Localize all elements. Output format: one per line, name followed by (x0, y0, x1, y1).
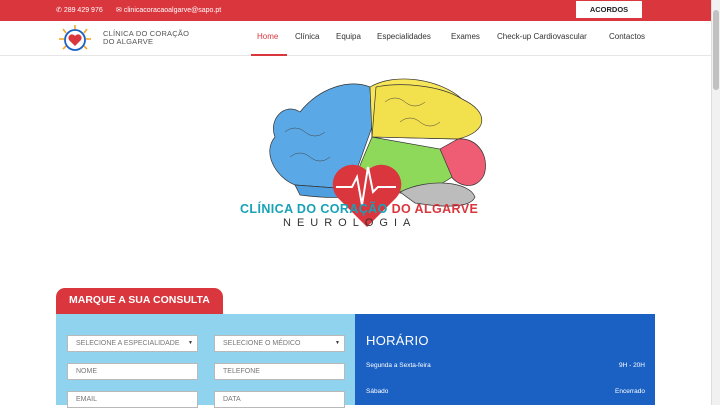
clinic-logo[interactable] (57, 24, 93, 54)
site-header: CLÍNICA DO CORAÇÃO DO ALGARVE Home Clíni… (0, 21, 711, 56)
nav-checkup[interactable]: Check-up Cardiovascular (497, 32, 587, 41)
nav-exames[interactable]: Exames (451, 32, 480, 41)
doctor-select[interactable]: SELECIONE O MÉDICO ▼ (214, 335, 345, 352)
book-appointment-tab[interactable]: MARQUE A SUA CONSULTA (56, 288, 223, 314)
opening-hours-panel: HORÁRIO Segunda a Sexta-feira 9H - 20H S… (355, 314, 655, 405)
email-contact[interactable]: ✉ clinicacoracaoalgarve@sapo.pt (116, 6, 221, 14)
brand-line-2: DO ALGARVE (103, 37, 154, 46)
appointment-form: SELECIONE A ESPECIALIDADE ▼ SELECIONE O M… (56, 314, 355, 408)
acordos-button[interactable]: ACORDOS (576, 1, 642, 18)
page-scrollbar[interactable] (711, 0, 720, 405)
active-nav-indicator (251, 54, 287, 56)
hours-title: HORÁRIO (366, 333, 429, 348)
brand-name[interactable]: CLÍNICA DO CORAÇÃO DO ALGARVE (103, 30, 189, 46)
nav-especialidades[interactable]: Especialidades (377, 32, 431, 41)
hero-subtitle: NEUROLOGIA (283, 217, 417, 229)
top-bar: ✆ 289 429 976 ✉ clinicacoracaoalgarve@sa… (0, 0, 711, 21)
phone-contact[interactable]: ✆ 289 429 976 (56, 6, 103, 14)
brain-illustration (269, 78, 486, 227)
nav-clinica[interactable]: Clínica (295, 32, 319, 41)
date-input[interactable]: DATA (214, 391, 345, 408)
phone-number: 289 429 976 (63, 7, 103, 14)
email-input[interactable]: EMAIL (67, 391, 198, 408)
hero-title: CLÍNICA DO CORAÇÃO DO ALGARVE (240, 202, 479, 216)
phone-input[interactable]: TELEFONE (214, 363, 345, 380)
hours-value: 9H - 20H (618, 362, 645, 369)
dropdown-arrow-icon: ▼ (335, 340, 340, 346)
hours-row: Sábado Encerrado (366, 388, 645, 395)
phone-icon: ✆ (56, 7, 64, 14)
hero-banner: CLÍNICA DO CORAÇÃO DO ALGARVE NEUROLOGIA (0, 57, 711, 287)
specialty-select[interactable]: SELECIONE A ESPECIALIDADE ▼ (67, 335, 198, 352)
nav-home[interactable]: Home (257, 32, 278, 41)
nav-equipa[interactable]: Equipa (336, 32, 361, 41)
envelope-icon: ✉ (116, 7, 124, 14)
nav-contactos[interactable]: Contactos (609, 32, 645, 41)
scrollbar-thumb[interactable] (713, 10, 719, 90)
name-input[interactable]: NOME (67, 363, 198, 380)
dropdown-arrow-icon: ▼ (188, 340, 193, 346)
hours-row: Segunda a Sexta-feira 9H - 20H (366, 362, 645, 369)
email-address: clinicacoracaoalgarve@sapo.pt (123, 7, 222, 14)
hours-value: Encerrado (615, 388, 645, 395)
